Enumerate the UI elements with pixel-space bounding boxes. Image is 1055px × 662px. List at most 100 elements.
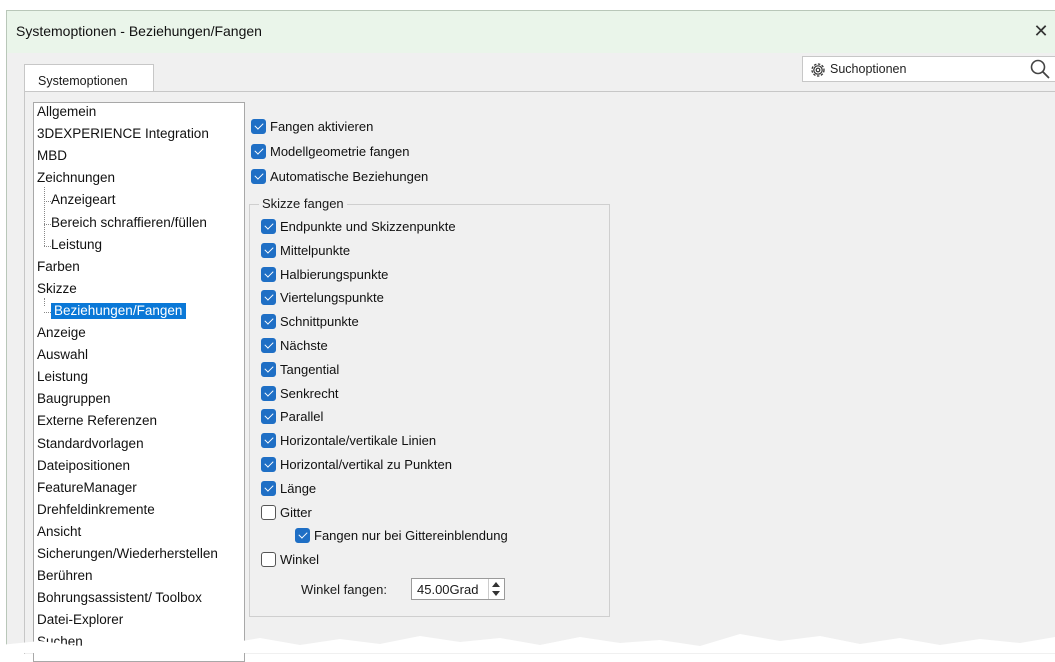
search-icon[interactable] (1029, 58, 1051, 80)
checkbox-checked[interactable] (251, 168, 266, 184)
tree-item[interactable]: Sicherungen/Wiederherstellen (37, 546, 218, 561)
checkbox-checked[interactable] (261, 433, 276, 449)
tree-item[interactable]: Externe Referenzen (37, 413, 157, 428)
tree-connector (44, 298, 45, 306)
checkbox-checked[interactable] (261, 242, 276, 258)
option-row[interactable]: Tangential (261, 361, 340, 377)
tree-item[interactable]: Leistung (51, 237, 102, 252)
option-row[interactable]: Modellgeometrie fangen (251, 143, 410, 159)
option-row[interactable]: Horizontale/vertikale Linien (261, 433, 437, 449)
option-row[interactable]: Horizontal/vertikal zu Punkten (261, 457, 452, 472)
option-row[interactable]: Parallel (261, 409, 324, 425)
checkbox-checked[interactable] (261, 480, 276, 496)
window-title: Systemoptionen - Beziehungen/Fangen (16, 23, 262, 39)
option-label: Länge (280, 480, 317, 496)
checkbox-checked[interactable] (261, 290, 276, 306)
option-label: Horizontale/vertikale Linien (280, 433, 437, 449)
option-label: Viertelungspunkte (280, 290, 384, 306)
checkbox-checked[interactable] (261, 266, 276, 282)
snap-group-title: Skizze fangen (259, 196, 347, 211)
option-row[interactable]: Senkrecht (261, 385, 339, 401)
tree-item[interactable]: Leistung (37, 369, 88, 384)
option-label: Automatische Beziehungen (270, 168, 429, 184)
option-label: Horizontal/vertikal zu Punkten (280, 457, 452, 472)
option-label: Senkrecht (280, 385, 339, 401)
option-row[interactable]: Winkel (261, 552, 320, 568)
checkbox-checked[interactable] (261, 409, 276, 425)
checkbox-checked[interactable] (261, 361, 276, 377)
option-label: Winkel (280, 552, 320, 568)
option-label: Gitter (280, 504, 312, 520)
checkbox-unchecked[interactable] (261, 504, 276, 520)
tree-item[interactable]: MBD (37, 148, 67, 163)
checkbox-checked[interactable] (251, 143, 266, 159)
option-label: Mittelpunkte (280, 242, 351, 258)
tree-connector (44, 187, 45, 246)
checkbox-checked[interactable] (295, 528, 310, 544)
tree-connector (44, 246, 51, 247)
tree-item[interactable]: Zeichnungen (37, 170, 115, 185)
option-row[interactable]: Automatische Beziehungen (251, 168, 429, 184)
tree-item[interactable]: Beziehungen/Fangen (51, 303, 187, 319)
checkbox-checked[interactable] (261, 457, 276, 472)
tree-item[interactable]: Anzeigeart (51, 192, 116, 207)
spinner-down-icon[interactable] (492, 591, 500, 596)
option-row[interactable]: Halbierungspunkte (261, 266, 389, 282)
tree-connector (44, 312, 51, 313)
options-dialog: Systemoptionen - Beziehungen/Fangen ✕ Sy… (6, 10, 1055, 662)
option-row[interactable]: Viertelungspunkte (261, 290, 384, 306)
option-row[interactable]: Mittelpunkte (261, 242, 351, 258)
option-row[interactable]: Fangen nur bei Gittereinblendung (295, 528, 508, 544)
tree-item[interactable]: Skizze (37, 281, 77, 296)
checkbox-checked[interactable] (261, 219, 276, 234)
option-label: Modellgeometrie fangen (270, 143, 410, 159)
tree-item[interactable]: Bereich schraffieren/füllen (51, 215, 207, 230)
close-button[interactable]: ✕ (1029, 19, 1053, 43)
tree-item[interactable]: Anzeige (37, 325, 86, 340)
option-row[interactable]: Gitter (261, 504, 312, 520)
tree-item[interactable]: Bohrungsassistent/ Toolbox (37, 590, 202, 605)
tree-item[interactable]: Auswahl (37, 347, 88, 362)
tree-item[interactable]: Dateipositionen (37, 458, 130, 473)
title-bar: Systemoptionen - Beziehungen/Fangen ✕ (7, 11, 1055, 53)
tree-item[interactable]: Drehfeldinkremente (37, 502, 155, 517)
option-row[interactable]: Schnittpunkte (261, 314, 359, 330)
option-label: Schnittpunkte (280, 314, 359, 330)
tree-item[interactable]: Standardvorlagen (37, 436, 144, 451)
option-label: Parallel (280, 409, 324, 425)
tree-item[interactable]: FeatureManager (37, 480, 137, 495)
search-options-label: Suchoptionen (830, 62, 907, 76)
option-row[interactable]: Endpunkte und Skizzenpunkte (261, 219, 456, 234)
checkbox-unchecked[interactable] (261, 552, 276, 568)
options-tree[interactable]: Allgemein 3DEXPERIENCE Integration MBD Zeic… (33, 102, 245, 662)
option-label: Halbierungspunkte (280, 266, 389, 282)
option-row[interactable]: Länge (261, 480, 317, 496)
option-row[interactable]: Nächste (261, 338, 328, 353)
checkbox-checked[interactable] (261, 314, 276, 330)
tree-item[interactable]: Baugruppen (37, 391, 111, 406)
tree-connector (44, 224, 51, 225)
checkbox-checked[interactable] (261, 385, 276, 401)
torn-edge (0, 634, 1055, 653)
gear-icon (811, 63, 825, 77)
option-row[interactable]: Fangen aktivieren (251, 119, 373, 134)
angle-snap-label: Winkel fangen: (301, 582, 387, 597)
tab-systemoptionen[interactable]: Systemoptionen (24, 64, 154, 92)
tree-item[interactable]: Berühren (37, 568, 93, 583)
option-label: Fangen aktivieren (270, 119, 374, 134)
checkbox-checked[interactable] (251, 119, 266, 134)
tree-item[interactable]: Ansicht (37, 524, 81, 539)
checkbox-checked[interactable] (261, 338, 276, 353)
option-label: Fangen nur bei Gittereinblendung (314, 528, 508, 544)
tree-item[interactable]: Farben (37, 259, 80, 274)
spinner-up-icon[interactable] (492, 582, 500, 587)
search-options-box[interactable]: Suchoptionen (802, 56, 1055, 82)
angle-snap-value[interactable]: 45.00Grad (417, 582, 478, 597)
angle-snap-spinner[interactable]: 45.00Grad (411, 578, 505, 600)
tree-item[interactable]: 3DEXPERIENCE Integration (37, 126, 209, 141)
option-label: Tangential (280, 361, 340, 377)
tree-connector (44, 201, 51, 202)
tree-item[interactable]: Allgemein (37, 104, 96, 119)
option-label: Endpunkte und Skizzenpunkte (280, 219, 456, 234)
options-panel: Allgemein 3DEXPERIENCE Integration MBD Zeic… (24, 91, 1055, 662)
